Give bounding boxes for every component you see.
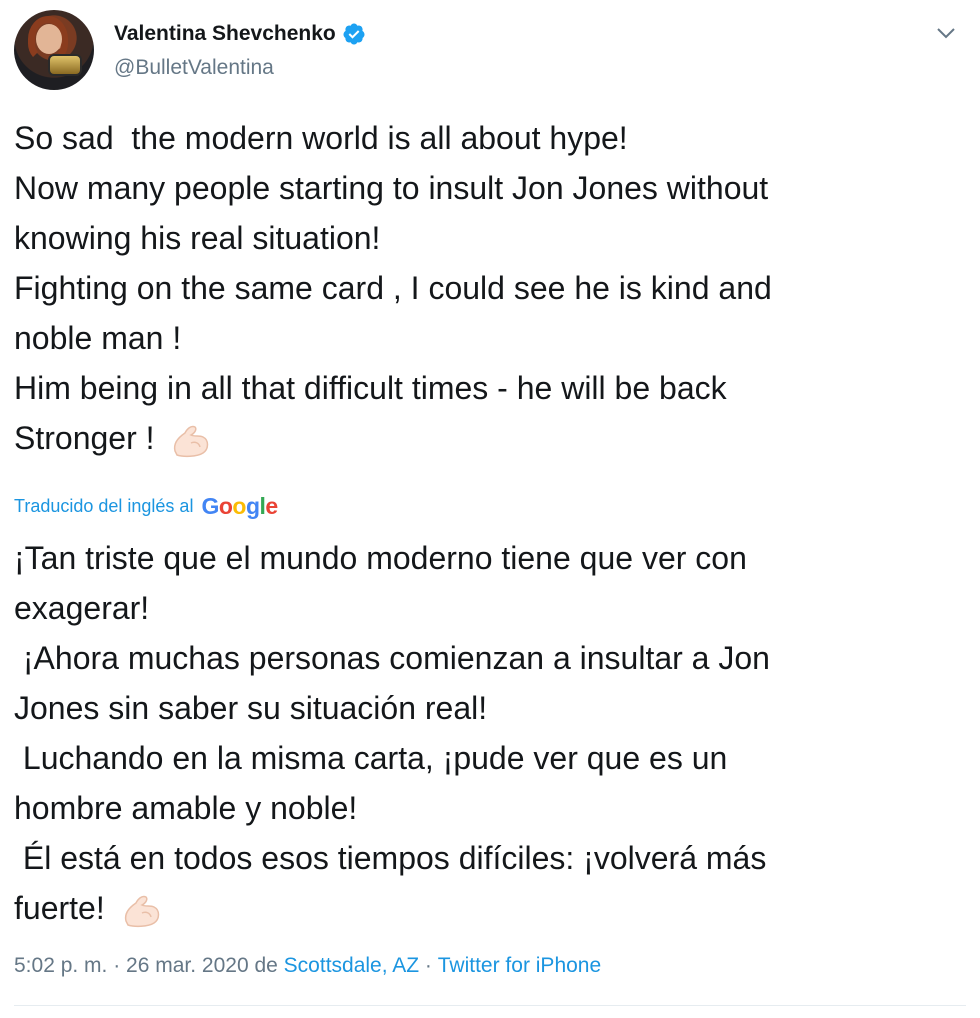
avatar-face <box>36 24 62 54</box>
translated-line: ¡Tan triste que el mundo moderno tiene q… <box>14 540 747 576</box>
translated-line: Él está en todos esos tiempos difíciles:… <box>14 840 767 876</box>
translation-label[interactable]: Traducido del inglés al <box>14 496 193 517</box>
flexed-biceps-icon <box>124 895 159 927</box>
tweet-line: Now many people starting to insult Jon J… <box>14 170 769 206</box>
tweet-line: Fighting on the same card , I could see … <box>14 270 772 306</box>
translated-line-last: fuerte! <box>14 883 954 933</box>
avatar[interactable] <box>14 10 94 90</box>
chevron-down-icon[interactable] <box>936 26 956 40</box>
display-name[interactable]: Valentina Shevchenko <box>114 22 336 46</box>
tweet-header: Valentina Shevchenko @BulletValentina <box>14 10 964 92</box>
flexed-biceps-icon <box>174 425 209 457</box>
translated-line-text: fuerte! <box>14 890 114 926</box>
avatar-belt <box>48 54 82 76</box>
tweet-timestamp[interactable]: 5:02 p. m. · 26 mar. 2020 de <box>14 954 284 978</box>
tweet-line-text: Stronger ! <box>14 420 164 456</box>
name-row[interactable]: Valentina Shevchenko <box>114 22 366 46</box>
translated-line: exagerar! <box>14 590 150 626</box>
translation-attribution: Traducido del inglés al Google <box>14 490 278 522</box>
user-handle[interactable]: @BulletValentina <box>114 56 274 80</box>
verified-badge-icon <box>343 23 365 45</box>
tweet-line: noble man ! <box>14 320 182 356</box>
translated-line: Jones sin saber su situación real! <box>14 690 488 726</box>
tweet-line: So sad the modern world is all about hyp… <box>14 120 628 156</box>
google-logo: Google <box>201 492 278 519</box>
tweet-line: Him being in all that difficult times - … <box>14 370 727 406</box>
tweet-line: knowing his real situation! <box>14 220 381 256</box>
location-link[interactable]: Scottsdale, AZ <box>284 954 419 978</box>
translated-text: ¡Tan triste que el mundo moderno tiene q… <box>14 533 954 933</box>
tweet-line-last: Stronger ! <box>14 413 954 463</box>
translated-line: hombre amable y noble! <box>14 790 358 826</box>
tweet: Valentina Shevchenko @BulletValentina So… <box>0 0 980 1018</box>
tweet-metadata: 5:02 p. m. · 26 mar. 2020 de Scottsdale,… <box>14 954 601 978</box>
translated-line: Luchando en la misma carta, ¡pude ver qu… <box>14 740 728 776</box>
translated-line: ¡Ahora muchas personas comienzan a insul… <box>14 640 770 676</box>
tweet-text: So sad the modern world is all about hyp… <box>14 113 954 463</box>
meta-separator: · <box>419 954 438 977</box>
source-link[interactable]: Twitter for iPhone <box>438 954 601 978</box>
divider <box>14 1005 966 1006</box>
